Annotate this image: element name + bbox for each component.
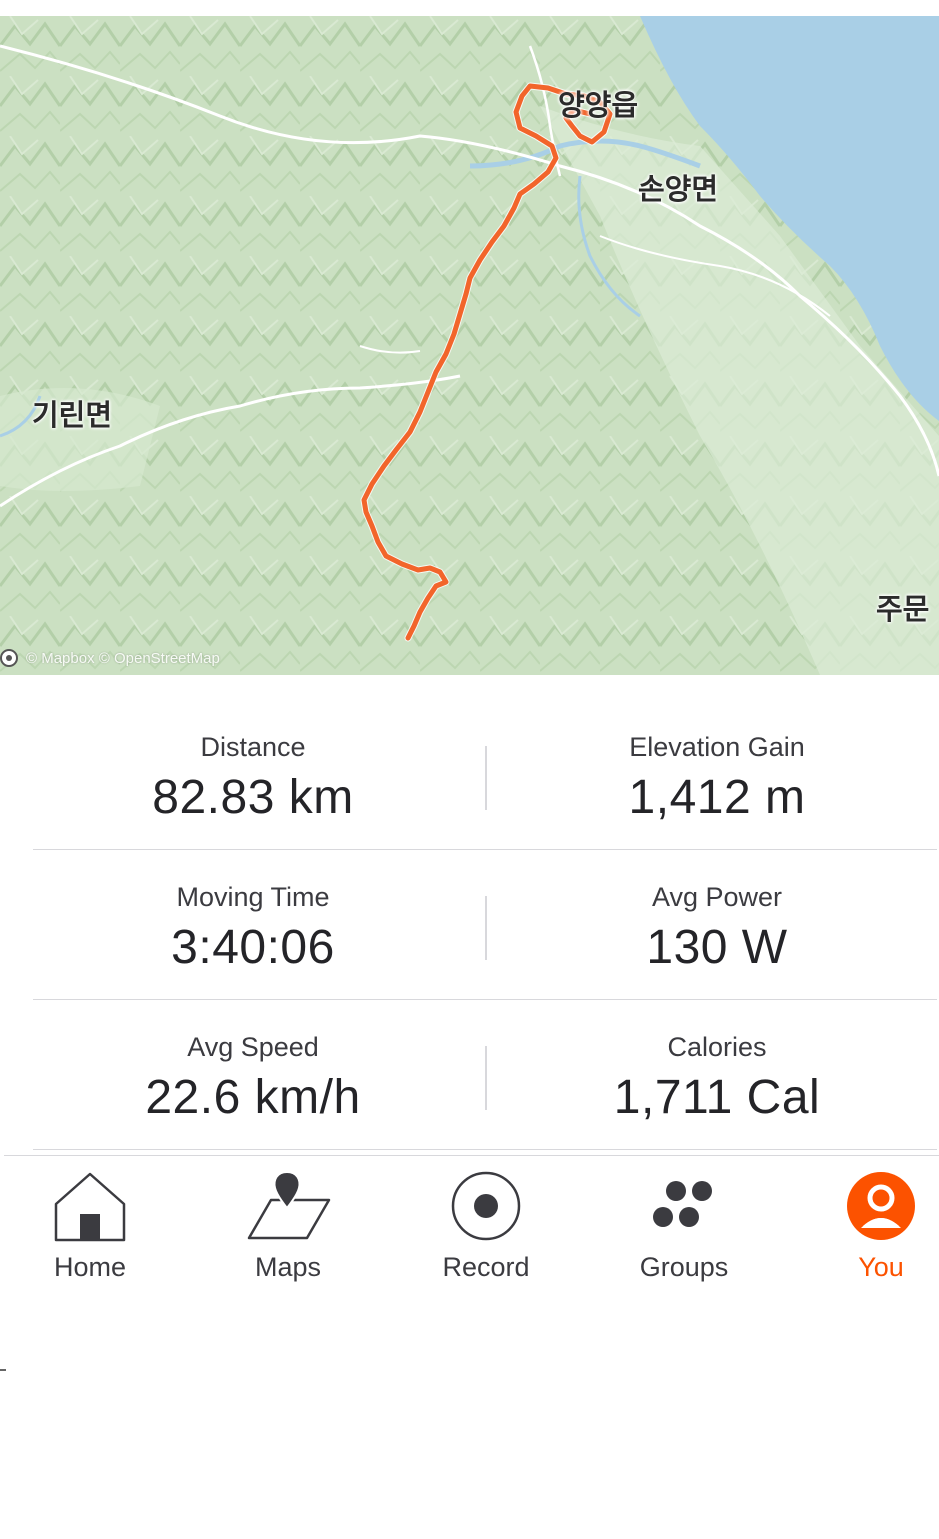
stat-label: Distance xyxy=(200,732,306,762)
stat-label: Avg Speed xyxy=(187,1032,319,1062)
map-label-sonyang: 손양면 xyxy=(638,172,719,206)
stat-elevation-gain: Elevation Gain 1,412 m xyxy=(497,700,937,850)
stat-divider xyxy=(485,1046,487,1110)
attribution-text: © Mapbox © OpenStreetMap xyxy=(26,649,220,667)
stat-label: Elevation Gain xyxy=(629,732,805,762)
stat-label: Moving Time xyxy=(176,882,330,912)
activity-stats: Distance 82.83 km Elevation Gain 1,412 m… xyxy=(33,700,937,1150)
stat-moving-time: Moving Time 3:40:06 xyxy=(33,850,473,1000)
record-icon xyxy=(451,1171,521,1241)
stat-row: Avg Speed 22.6 km/h Calories 1,711 Cal xyxy=(33,1000,937,1150)
map-attribution[interactable]: © Mapbox © OpenStreetMap xyxy=(0,649,220,667)
tab-label: Home xyxy=(53,1252,127,1282)
tab-label: You xyxy=(858,1252,904,1282)
home-icon xyxy=(54,1172,126,1242)
stat-row: Distance 82.83 km Elevation Gain 1,412 m xyxy=(33,700,937,850)
tab-groups[interactable]: Groups xyxy=(594,1156,774,1306)
stat-row: Moving Time 3:40:06 Avg Power 130 W xyxy=(33,850,937,1000)
stat-value: 3:40:06 xyxy=(171,921,335,974)
stat-divider xyxy=(485,746,487,810)
tab-record[interactable]: Record xyxy=(396,1156,576,1306)
stat-avg-speed: Avg Speed 22.6 km/h xyxy=(33,1000,473,1150)
maps-icon xyxy=(247,1170,331,1240)
bottom-tab-bar: Home Maps Record Groups You xyxy=(4,1155,939,1306)
route-map[interactable]: 양양읍 손양면 기린면 주문 © Mapbox © OpenStreetMap xyxy=(0,16,939,675)
map-label-girin: 기린면 xyxy=(32,398,113,432)
stat-value: 22.6 km/h xyxy=(145,1071,361,1124)
stat-avg-power: Avg Power 130 W xyxy=(497,850,937,1000)
stat-label: Avg Power xyxy=(651,882,783,912)
stat-calories: Calories 1,711 Cal xyxy=(497,1000,937,1150)
tab-label: Maps xyxy=(254,1252,322,1282)
map-label-yangyang: 양양읍 xyxy=(558,88,639,122)
map-label-jumun: 주문 xyxy=(876,592,930,626)
stat-distance: Distance 82.83 km xyxy=(33,700,473,850)
stat-value: 1,711 Cal xyxy=(613,1071,821,1124)
tab-label: Groups xyxy=(639,1252,729,1282)
profile-icon xyxy=(847,1172,915,1240)
groups-icon xyxy=(653,1181,712,1227)
stat-value: 1,412 m xyxy=(628,771,806,824)
stat-label: Calories xyxy=(667,1032,767,1062)
tab-home[interactable]: Home xyxy=(0,1156,180,1306)
tab-maps[interactable]: Maps xyxy=(198,1156,378,1306)
map-canvas xyxy=(0,16,939,675)
tab-label: Record xyxy=(442,1252,530,1282)
stat-value: 82.83 km xyxy=(152,771,354,824)
edge-divider xyxy=(0,1369,6,1371)
tab-you[interactable]: You xyxy=(791,1156,939,1306)
stat-divider xyxy=(485,896,487,960)
stat-value: 130 W xyxy=(646,921,788,974)
mapbox-logo-icon xyxy=(0,649,18,667)
